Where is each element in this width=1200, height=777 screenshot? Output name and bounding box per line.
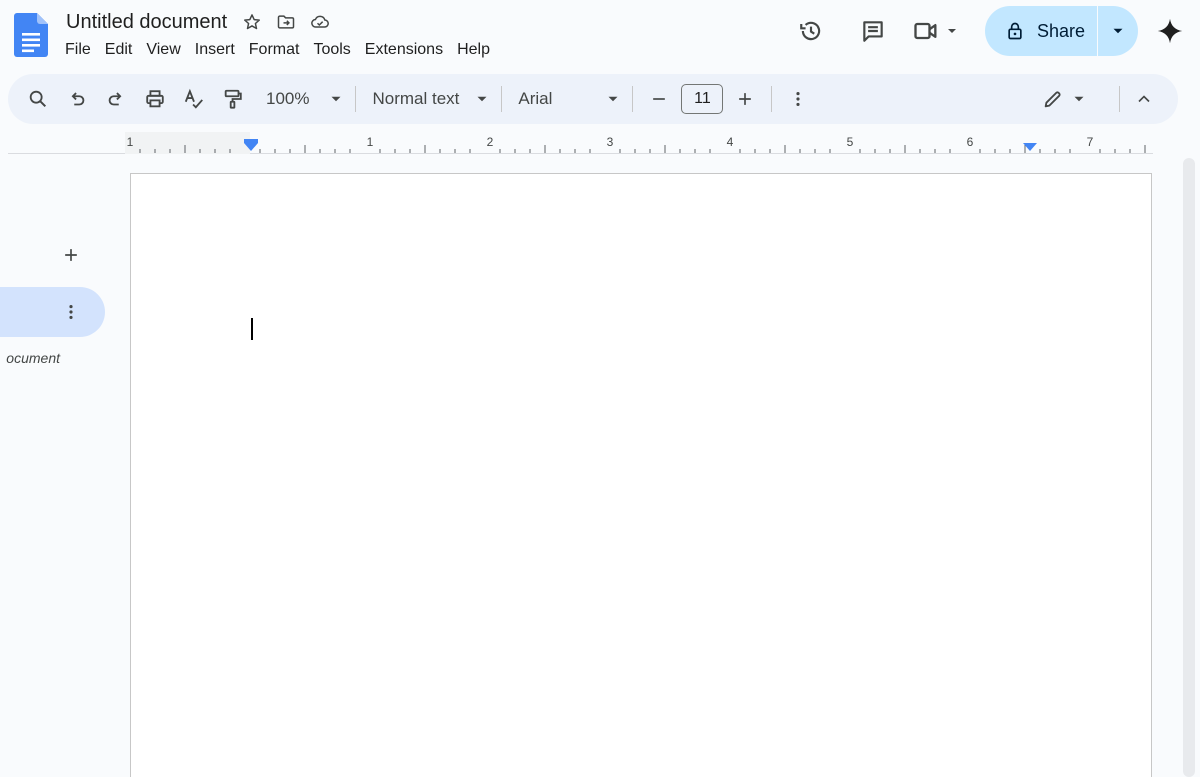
comments-button[interactable] xyxy=(853,11,893,51)
vertical-scrollbar[interactable] xyxy=(1183,158,1195,777)
minus-icon xyxy=(653,98,666,100)
document-page[interactable] xyxy=(130,173,1152,777)
redo-icon xyxy=(108,92,122,106)
pencil-icon xyxy=(1044,91,1061,108)
hide-menus-button[interactable] xyxy=(1132,81,1156,117)
ruler-ticks: 1 1 2 3 4 5 6 7 xyxy=(125,132,1146,154)
docs-logo-icon[interactable] xyxy=(14,13,48,57)
menu-edit[interactable]: Edit xyxy=(98,38,140,62)
search-menus-button[interactable] xyxy=(22,81,54,117)
undo-button[interactable] xyxy=(61,81,93,117)
plus-icon xyxy=(739,93,752,105)
undo-icon xyxy=(71,92,85,106)
chevron-down-icon xyxy=(1074,96,1084,102)
meet-button[interactable] xyxy=(905,11,967,51)
toolbar-divider xyxy=(632,86,634,112)
menu-tools[interactable]: Tools xyxy=(306,38,357,62)
ruler-label: 2 xyxy=(487,135,494,149)
share-button[interactable]: Share xyxy=(985,6,1098,56)
menu-insert[interactable]: Insert xyxy=(188,38,242,62)
ruler-label: 5 xyxy=(847,135,854,149)
menu-format[interactable]: Format xyxy=(242,38,307,62)
ruler-margin-left xyxy=(125,132,250,154)
version-history-button[interactable] xyxy=(791,11,831,51)
toolbar-divider xyxy=(501,86,503,112)
sidebar-tab-item[interactable] xyxy=(0,287,105,337)
font-size-input[interactable]: 11 xyxy=(681,84,724,114)
app-header: Untitled document File Edit View Insert … xyxy=(0,0,1200,72)
add-tab-button[interactable] xyxy=(58,242,84,268)
tab-options-button[interactable] xyxy=(60,297,82,327)
document-title[interactable]: Untitled document xyxy=(64,9,229,35)
gemini-icon xyxy=(1157,18,1183,44)
meet-icon xyxy=(914,22,937,40)
version-history-icon xyxy=(800,21,821,41)
gemini-button[interactable] xyxy=(1144,6,1196,56)
cloud-saved-icon[interactable] xyxy=(309,11,331,33)
spellcheck-icon xyxy=(184,88,203,109)
toolbar-divider xyxy=(355,86,357,112)
search-icon xyxy=(29,90,47,108)
font-select[interactable]: Arial xyxy=(512,81,622,117)
ruler-label: 3 xyxy=(607,135,614,149)
ruler-label: 1 xyxy=(367,135,374,149)
menu-help[interactable]: Help xyxy=(450,38,497,62)
chevron-down-icon xyxy=(477,96,487,102)
right-indent-handle[interactable] xyxy=(1023,143,1037,151)
share-button-group: Share xyxy=(984,6,1138,56)
toolbar-divider xyxy=(771,86,773,112)
ruler-label: 6 xyxy=(967,135,974,149)
chevron-up-icon xyxy=(1138,95,1150,103)
zoom-select[interactable]: 100% xyxy=(260,81,345,117)
left-indent-handle[interactable] xyxy=(244,143,258,151)
toolbar: 100% Normal text Arial 11 xyxy=(8,74,1178,124)
comments-icon xyxy=(863,21,883,42)
move-folder-icon[interactable] xyxy=(275,11,297,33)
menu-extensions[interactable]: Extensions xyxy=(358,38,450,62)
share-label: Share xyxy=(1036,20,1085,41)
zoom-value: 100% xyxy=(266,89,310,108)
share-options-button[interactable] xyxy=(1098,6,1138,56)
paint-format-icon xyxy=(224,89,242,109)
ruler-label: 4 xyxy=(727,135,734,149)
chevron-down-icon xyxy=(331,96,341,102)
plus-icon xyxy=(65,249,77,261)
more-vertical-icon xyxy=(796,92,801,106)
chevron-down-icon xyxy=(947,29,956,33)
spellcheck-button[interactable] xyxy=(178,81,210,117)
toolbar-divider xyxy=(1119,86,1120,112)
print-button[interactable] xyxy=(139,81,171,117)
paragraph-style-value: Normal text xyxy=(372,89,460,108)
outline-placeholder-text: ocument xyxy=(6,350,60,366)
font-value: Arial xyxy=(518,89,553,108)
menu-file[interactable]: File xyxy=(58,38,98,62)
horizontal-ruler[interactable]: 1 1 2 3 4 5 6 7 xyxy=(8,128,1153,154)
paragraph-style-select[interactable]: Normal text xyxy=(366,81,491,117)
print-icon xyxy=(146,90,164,108)
more-options-button[interactable] xyxy=(782,81,814,117)
text-cursor xyxy=(251,318,253,340)
lock-icon xyxy=(1008,22,1022,40)
menu-view[interactable]: View xyxy=(139,38,187,62)
more-vertical-icon xyxy=(69,305,73,319)
ruler-label: 7 xyxy=(1087,135,1094,149)
ruler-label: 1 xyxy=(127,135,134,149)
redo-button[interactable] xyxy=(100,81,132,117)
chevron-down-icon xyxy=(1113,28,1123,34)
paint-format-button[interactable] xyxy=(217,81,249,117)
chevron-down-icon xyxy=(608,96,618,102)
menu-bar: File Edit View Insert Format Tools Exten… xyxy=(58,38,497,62)
star-icon[interactable] xyxy=(241,11,263,33)
increase-font-size-button[interactable] xyxy=(729,81,761,117)
editing-mode-select[interactable] xyxy=(1042,81,1088,117)
decrease-font-size-button[interactable] xyxy=(643,81,675,117)
